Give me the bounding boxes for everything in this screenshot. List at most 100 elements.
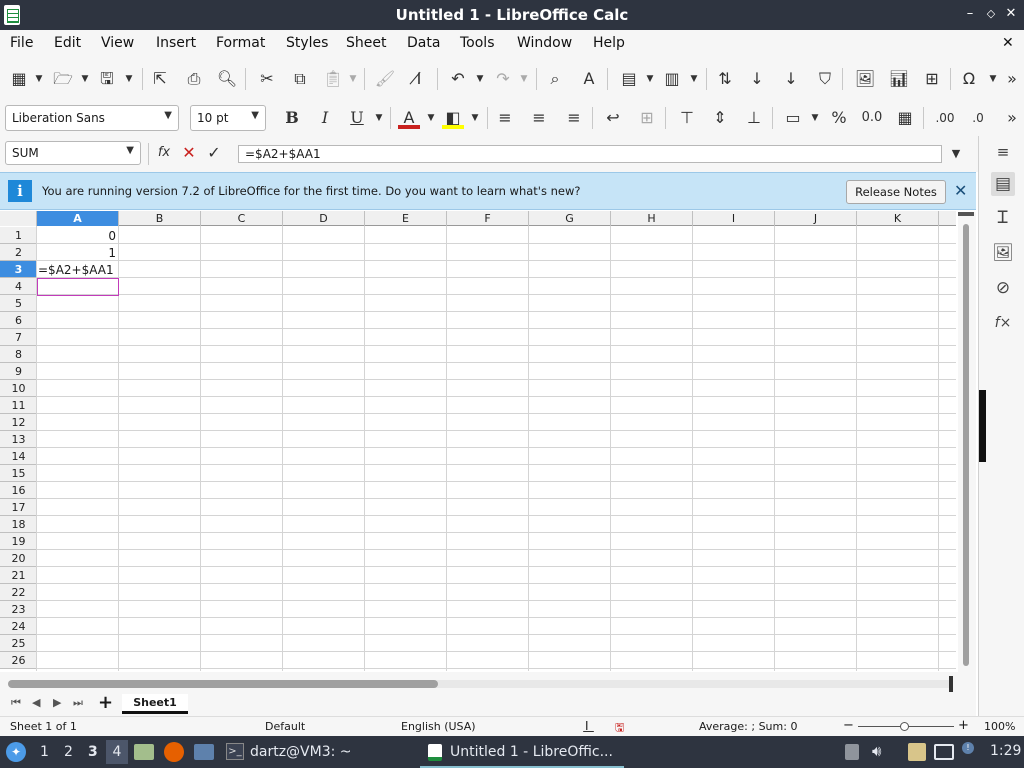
save-dropdown-icon[interactable]: ▼ xyxy=(124,68,134,90)
function-wizard-icon[interactable]: fx xyxy=(153,142,175,164)
zoom-level[interactable]: 100% xyxy=(984,720,1015,733)
functions-icon[interactable]: f× xyxy=(991,311,1015,335)
column-header-g[interactable]: G xyxy=(529,211,611,226)
row-header-21[interactable]: 21 xyxy=(0,567,37,584)
row-dropdown-icon[interactable]: ▼ xyxy=(645,68,655,90)
special-character-icon[interactable]: Ω xyxy=(958,68,980,90)
align-right-icon[interactable]: ≡ xyxy=(563,107,585,129)
sidebar-menu-icon[interactable]: ≡ xyxy=(991,140,1015,164)
open-folder-icon[interactable]: 🗁 xyxy=(52,68,74,90)
row-header-26[interactable]: 26 xyxy=(0,652,37,669)
notification-icon[interactable]: ! xyxy=(962,742,974,754)
accept-icon[interactable]: ✓ xyxy=(203,142,225,164)
row-header-1[interactable]: 1 xyxy=(0,227,37,244)
row-header-19[interactable]: 19 xyxy=(0,533,37,550)
minimize-button[interactable]: – xyxy=(962,6,978,22)
trash-icon[interactable] xyxy=(845,744,859,760)
volume-icon[interactable]: 🔊︎ xyxy=(872,742,881,760)
cell-a1[interactable]: 0 xyxy=(38,228,118,245)
next-sheet-icon[interactable]: ▶ xyxy=(53,696,61,709)
row-icon[interactable]: ▤ xyxy=(618,68,640,90)
menu-view[interactable]: View xyxy=(101,35,134,51)
workspace-2[interactable]: 2 xyxy=(64,744,73,760)
export-pdf-icon[interactable]: ⇱ xyxy=(149,68,171,90)
scrollbar-thumb[interactable] xyxy=(963,224,969,666)
horizontal-scrollbar-thumb[interactable] xyxy=(8,680,438,688)
center-vertically-icon[interactable]: ⇕ xyxy=(709,107,731,129)
new-spreadsheet-icon[interactable]: ▦ xyxy=(8,68,30,90)
column-header-k[interactable]: K xyxy=(857,211,939,226)
sort-icon[interactable]: ⇅ xyxy=(714,68,736,90)
redo-dropdown-icon[interactable]: ▼ xyxy=(519,68,529,90)
save-icon[interactable]: 🖫 xyxy=(96,68,118,90)
file-manager-icon[interactable] xyxy=(134,744,154,760)
close-document-button[interactable]: ✕ xyxy=(1002,35,1014,51)
row-header-17[interactable]: 17 xyxy=(0,499,37,516)
cell-a2[interactable]: 1 xyxy=(38,245,118,262)
font-name-combo[interactable]: Liberation Sans ▼ xyxy=(5,105,179,131)
add-decimal-icon[interactable]: .00 xyxy=(934,107,956,129)
menu-sheet[interactable]: Sheet xyxy=(346,35,386,51)
row-header-10[interactable]: 10 xyxy=(0,380,37,397)
column-dropdown-icon[interactable]: ▼ xyxy=(689,68,699,90)
start-menu-icon[interactable]: ✦ xyxy=(6,742,26,762)
paste-dropdown-icon[interactable]: ▼ xyxy=(348,68,358,90)
row-header-23[interactable]: 23 xyxy=(0,601,37,618)
menu-window[interactable]: Window xyxy=(517,35,572,51)
close-infobar-icon[interactable]: ✕ xyxy=(954,181,967,200)
menu-help[interactable]: Help xyxy=(593,35,625,51)
name-box[interactable]: SUM ▼ xyxy=(5,141,141,165)
column-header-d[interactable]: D xyxy=(283,211,365,226)
sort-descending-icon[interactable]: ↓ xyxy=(780,68,802,90)
menu-styles[interactable]: Styles xyxy=(286,35,328,51)
row-header-13[interactable]: 13 xyxy=(0,431,37,448)
menu-edit[interactable]: Edit xyxy=(54,35,81,51)
row-header-15[interactable]: 15 xyxy=(0,465,37,482)
terminal-task[interactable]: dartz@VM3: ~ xyxy=(250,744,352,760)
new-dropdown-icon[interactable]: ▼ xyxy=(34,68,44,90)
release-notes-button[interactable]: Release Notes xyxy=(846,180,946,204)
wrap-text-icon[interactable]: ↩ xyxy=(602,107,624,129)
sheet-tab-sheet1[interactable]: Sheet1 xyxy=(122,694,188,714)
highlight-color-icon[interactable]: ◧ xyxy=(442,107,464,129)
add-sheet-button[interactable]: + xyxy=(98,692,113,713)
column-icon[interactable]: ▥ xyxy=(661,68,683,90)
language[interactable]: English (USA) xyxy=(401,720,476,733)
paste-icon[interactable]: 📋︎ xyxy=(322,68,344,90)
workspace-1[interactable]: 1 xyxy=(40,744,49,760)
align-center-icon[interactable]: ≡ xyxy=(528,107,550,129)
first-sheet-icon[interactable]: ⏮ xyxy=(11,696,21,710)
merge-cells-icon[interactable]: ⊞ xyxy=(636,107,658,129)
row-header-9[interactable]: 9 xyxy=(0,363,37,380)
cell-a3[interactable]: =$A2+$AA1 xyxy=(38,262,158,279)
zoom-out-button[interactable]: − xyxy=(843,718,854,733)
column-header-f[interactable]: F xyxy=(447,211,529,226)
menu-tools[interactable]: Tools xyxy=(460,35,495,51)
zoom-slider-thumb[interactable] xyxy=(900,722,909,731)
row-header-24[interactable]: 24 xyxy=(0,618,37,635)
print-icon[interactable]: ⎙ xyxy=(183,68,205,90)
vertical-scrollbar[interactable] xyxy=(958,212,976,672)
currency-format-icon[interactable]: ▭ xyxy=(782,107,804,129)
sort-ascending-icon[interactable]: ↓ xyxy=(746,68,768,90)
zoom-in-button[interactable]: + xyxy=(958,718,969,733)
font-color-dropdown-icon[interactable]: ▼ xyxy=(426,107,436,129)
currency-dropdown-icon[interactable]: ▼ xyxy=(810,107,820,129)
clear-formatting-icon[interactable]: I̸ xyxy=(408,68,430,90)
column-header-a[interactable]: A xyxy=(37,211,119,226)
italic-icon[interactable]: I xyxy=(314,107,336,129)
undo-dropdown-icon[interactable]: ▼ xyxy=(475,68,485,90)
column-header-j[interactable]: J xyxy=(775,211,857,226)
cut-icon[interactable]: ✂ xyxy=(256,68,278,90)
row-header-11[interactable]: 11 xyxy=(0,397,37,414)
clipboard-icon[interactable] xyxy=(908,743,926,761)
align-bottom-icon[interactable]: ⊥ xyxy=(743,107,765,129)
cancel-icon[interactable]: ✕ xyxy=(178,142,200,164)
pivot-table-icon[interactable]: ⊞ xyxy=(921,68,943,90)
menu-file[interactable]: File xyxy=(10,35,33,51)
row-header-16[interactable]: 16 xyxy=(0,482,37,499)
bold-icon[interactable]: B xyxy=(281,107,303,129)
undo-icon[interactable]: ↶ xyxy=(447,68,469,90)
row-header-25[interactable]: 25 xyxy=(0,635,37,652)
print-preview-icon[interactable]: 🔍︎ xyxy=(216,68,238,90)
